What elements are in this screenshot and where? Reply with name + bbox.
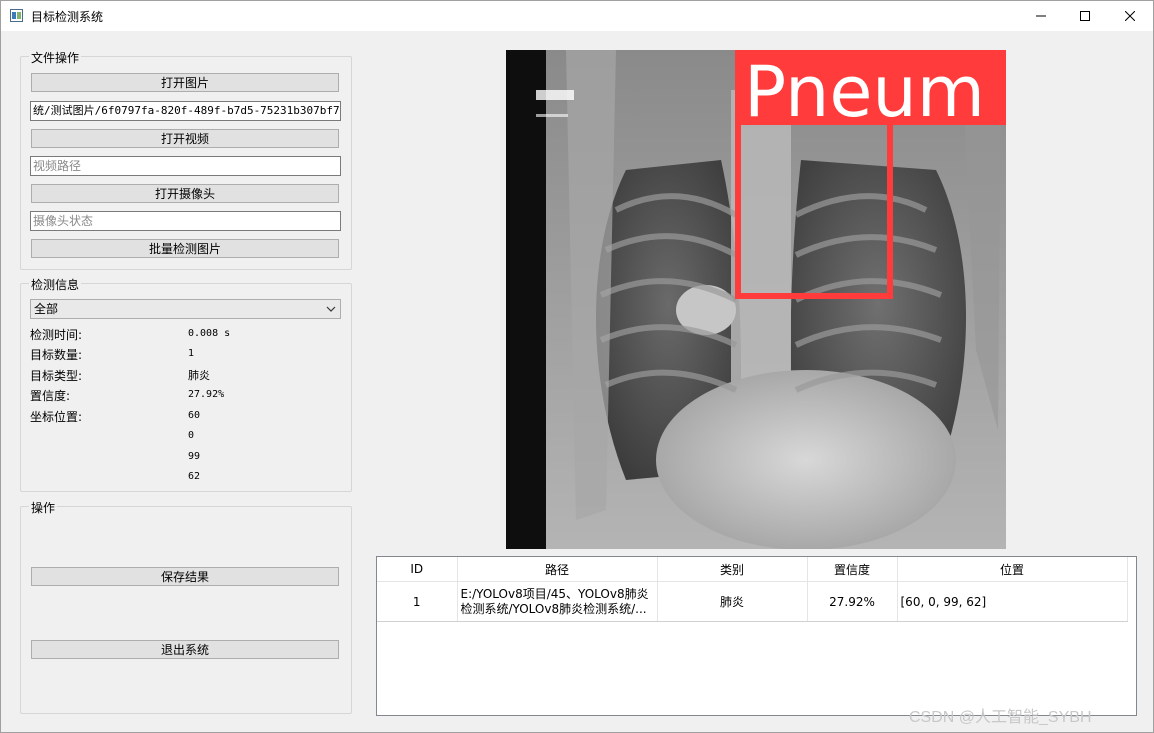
confidence-label: 置信度:	[30, 389, 71, 403]
camera-status-field[interactable]: 摄像头状态	[30, 211, 341, 231]
close-button[interactable]	[1107, 1, 1153, 31]
confidence-value: 27.92%	[188, 389, 225, 400]
open-image-button[interactable]: 打开图片	[31, 73, 339, 92]
window-title: 目标检测系统	[31, 10, 104, 24]
detection-info-group: 检测信息 全部 检测时间: 0.008 s 目标数量: 1 目标类型: 肺炎 置…	[20, 276, 352, 492]
target-type-value: 肺炎	[188, 369, 210, 382]
class-filter-select[interactable]: 全部	[30, 299, 341, 319]
results-table: ID 路径 类别 置信度 位置 1 E:/YOLOv8项目/45、YOLOv8肺…	[377, 557, 1128, 622]
app-icon	[10, 9, 23, 22]
file-operations-group: 文件操作 打开图片 统/测试图片/6f0797fa-820f-489f-b7d5…	[20, 49, 352, 270]
minimize-icon	[1036, 15, 1046, 17]
header-confidence[interactable]: 置信度	[807, 557, 898, 582]
batch-detect-button[interactable]: 批量检测图片	[31, 239, 339, 258]
header-id[interactable]: ID	[377, 557, 458, 582]
title-bar: 目标检测系统	[1, 1, 1153, 31]
image-path-field[interactable]: 统/测试图片/6f0797fa-820f-489f-b7d5-75231b307…	[30, 101, 341, 121]
cell-path: E:/YOLOv8项目/45、YOLOv8肺炎检测系统/YOLOv8肺炎检测系统…	[457, 581, 658, 622]
header-category[interactable]: 类别	[657, 557, 808, 582]
open-camera-button[interactable]: 打开摄像头	[31, 184, 339, 203]
maximize-icon	[1080, 11, 1090, 21]
watermark-text: CSDN @人工智能_SYBH	[909, 709, 1092, 726]
class-filter-value: 全部	[34, 302, 59, 316]
header-position[interactable]: 位置	[897, 557, 1128, 582]
minimize-button[interactable]	[1018, 1, 1064, 31]
table-header-row: ID 路径 类别 置信度 位置	[377, 557, 1128, 582]
cell-position: [60, 0, 99, 62]	[897, 581, 1128, 622]
app-window: 目标检测系统 文件操作 打开图片 统/测试图片/6f0797fa-820f-48…	[0, 0, 1154, 733]
header-path[interactable]: 路径	[457, 557, 658, 582]
save-results-button[interactable]: 保存结果	[31, 567, 339, 586]
detect-time-label: 检测时间:	[30, 328, 83, 342]
exit-system-button[interactable]: 退出系统	[31, 640, 339, 659]
open-video-button[interactable]: 打开视频	[31, 129, 339, 148]
cell-category: 肺炎	[657, 581, 808, 622]
cell-confidence: 27.92%	[807, 581, 898, 622]
actions-group: 操作 保存结果 退出系统	[20, 499, 352, 714]
cell-id: 1	[377, 581, 458, 622]
results-table-panel[interactable]: ID 路径 类别 置信度 位置 1 E:/YOLOv8项目/45、YOLOv8肺…	[376, 556, 1137, 716]
position-ymin: 0	[188, 430, 195, 441]
position-ymax: 62	[188, 471, 201, 482]
actions-title: 操作	[29, 499, 58, 516]
target-count-label: 目标数量:	[30, 348, 83, 362]
close-icon	[1125, 11, 1135, 21]
chest-xray-image: Pneum	[506, 50, 1006, 549]
position-xmax: 99	[188, 451, 201, 462]
table-row[interactable]: 1 E:/YOLOv8项目/45、YOLOv8肺炎检测系统/YOLOv8肺炎检测…	[377, 581, 1128, 622]
maximize-button[interactable]	[1062, 1, 1108, 31]
target-type-label: 目标类型:	[30, 369, 83, 383]
detection-info-title: 检测信息	[29, 276, 82, 293]
position-label: 坐标位置:	[30, 410, 83, 424]
target-count-value: 1	[188, 348, 195, 359]
file-operations-title: 文件操作	[29, 49, 82, 66]
video-path-field[interactable]: 视频路径	[30, 156, 341, 176]
position-xmin: 60	[188, 410, 201, 421]
detection-image: Pneum	[506, 50, 1006, 549]
detect-time-value: 0.008 s	[188, 328, 231, 339]
chevron-down-icon	[326, 306, 336, 312]
detection-box-label: Pneum	[744, 51, 985, 133]
